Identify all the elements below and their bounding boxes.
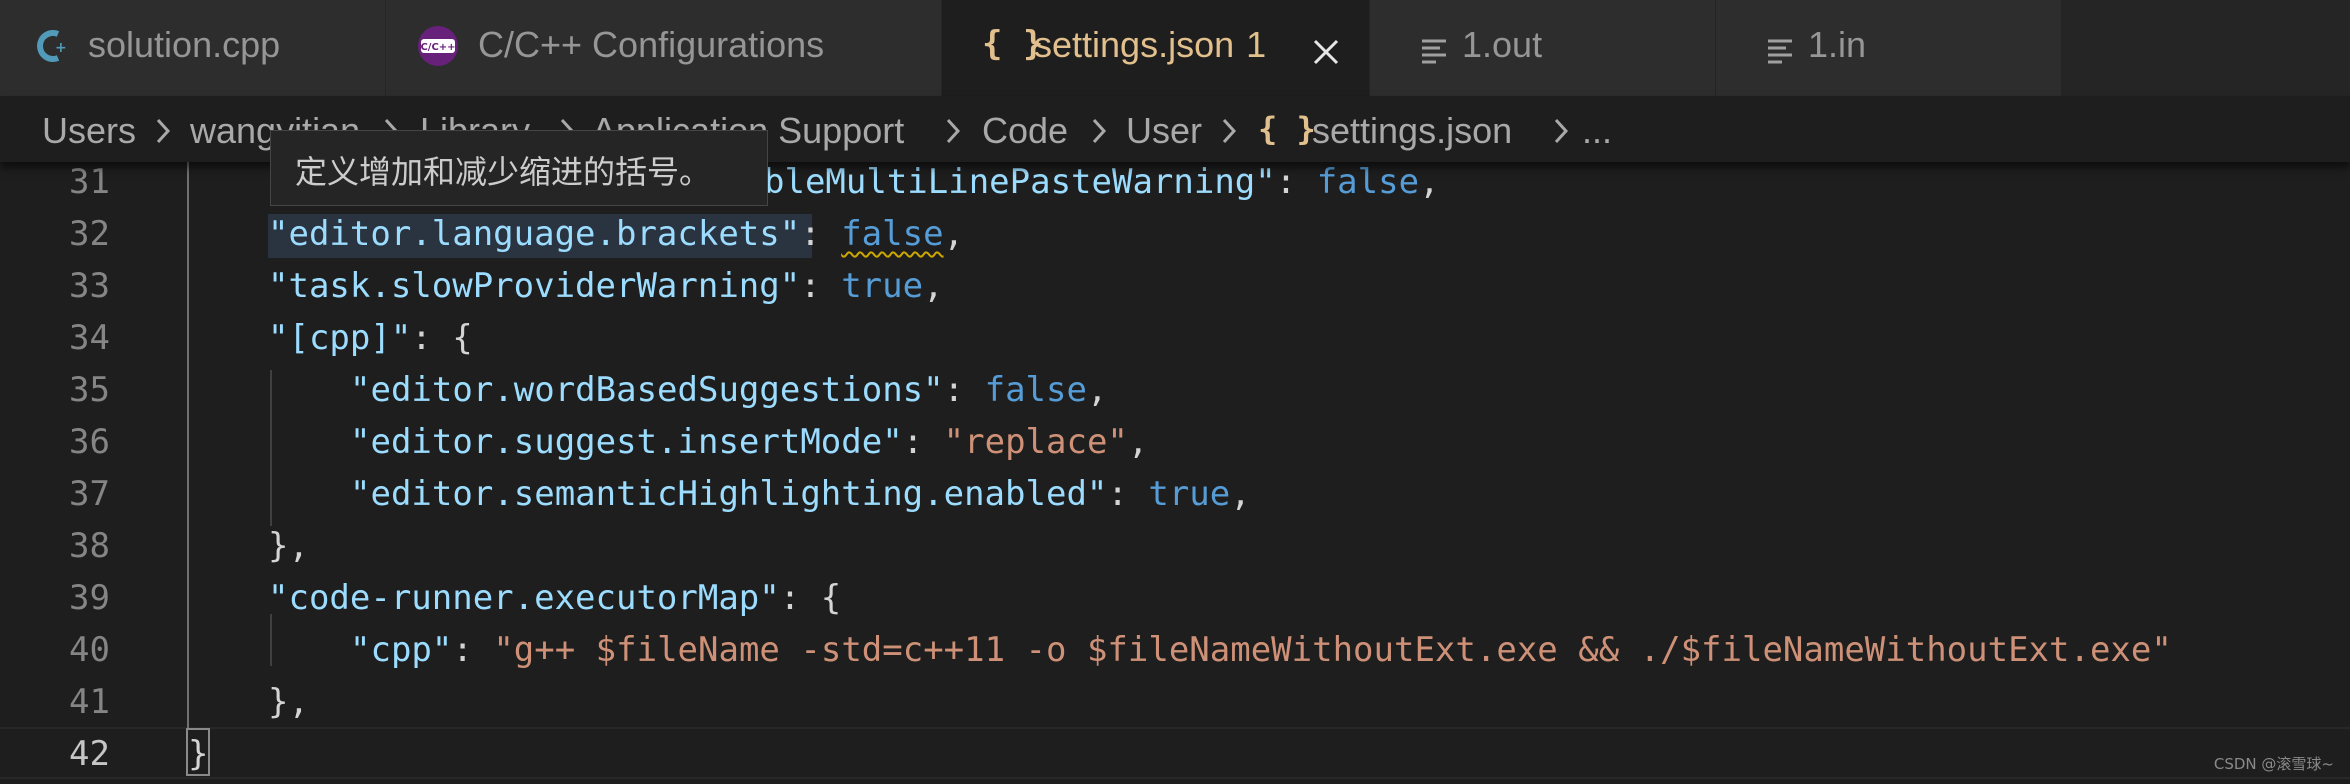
code-line[interactable]: "task.slowProviderWarning": true, <box>268 266 944 306</box>
json-value: true <box>1148 474 1231 514</box>
line-number: 38 <box>69 526 110 566</box>
tab-solution-cpp[interactable]: + solution.cpp <box>0 0 386 96</box>
json-key: "editor.wordBasedSuggestions" <box>350 370 944 410</box>
chevron-right-icon <box>1552 116 1570 151</box>
json-braces-icon: { } <box>1258 110 1316 148</box>
chevron-right-icon <box>944 116 962 151</box>
code-line[interactable]: "editor.semanticHighlighting.enabled": t… <box>350 474 1251 514</box>
json-value: false <box>984 370 1087 410</box>
json-key: bleMultiLinePasteWarning" <box>764 162 1276 202</box>
json-value: false <box>1316 162 1420 202</box>
breadcrumb-item[interactable]: Code <box>982 110 1068 152</box>
tab-1-in[interactable]: 1.in <box>1716 0 2062 96</box>
problem-count-badge: 1 <box>1246 24 1267 65</box>
tab-label: C/C++ Configurations <box>478 24 825 65</box>
json-key: "editor.semanticHighlighting.enabled" <box>350 474 1108 514</box>
current-line-highlight <box>0 727 2350 779</box>
tab-label: solution.cpp <box>88 24 281 65</box>
close-icon[interactable] <box>1312 33 1342 65</box>
json-key: "task.slowProviderWarning" <box>268 266 801 306</box>
line-number: 33 <box>69 266 110 306</box>
indent-guide <box>270 370 272 526</box>
code-line[interactable]: "editor.suggest.insertMode": "replace", <box>350 422 1148 462</box>
tab-cpp-configurations[interactable]: C/C++ C/C++ Configurations <box>386 0 942 96</box>
cpp-icon: + <box>36 26 70 75</box>
code-line[interactable]: "editor.language.brackets": false, <box>268 214 964 254</box>
tab-label: 1.out <box>1462 24 1543 65</box>
code-line[interactable]: }, <box>268 526 309 566</box>
line-number-current: 42 <box>69 734 110 774</box>
vscode-window: + solution.cpp C/C++ C/C++ Configuration… <box>0 0 2350 784</box>
json-value: "g++ $fileName -std=c++11 -o $fileNameWi… <box>493 630 2172 670</box>
code-line[interactable]: "editor.wordBasedSuggestions": false, <box>350 370 1107 410</box>
tab-label: settings.json <box>1034 24 1235 65</box>
line-number: 36 <box>69 422 110 462</box>
text-file-icon <box>1420 32 1448 74</box>
code-line[interactable]: } <box>188 734 208 774</box>
json-key: "editor.suggest.insertMode" <box>350 422 903 462</box>
svg-text:+: + <box>55 40 67 56</box>
cpp-extension-icon: C/C++ <box>416 24 460 77</box>
json-key: "cpp" <box>350 630 453 670</box>
code-line[interactable]: "[cpp]": { <box>268 318 473 358</box>
line-number: 39 <box>69 578 110 618</box>
json-value-warning: false <box>841 214 944 254</box>
json-key: "[cpp]" <box>268 318 412 358</box>
breadcrumb-item[interactable]: Users <box>42 110 136 152</box>
json-value: true <box>841 266 924 306</box>
line-number: 34 <box>69 318 110 358</box>
code-line[interactable]: "cpp": "g++ $fileName -std=c++11 -o $fil… <box>350 630 2172 670</box>
chevron-right-icon <box>154 116 172 151</box>
text-file-icon <box>1766 32 1794 74</box>
tab-label: 1.in <box>1808 24 1867 65</box>
line-number: 31 <box>69 162 110 202</box>
watermark: CSDN @滚雪球~ <box>2213 755 2334 773</box>
json-key: "editor.language.brackets" <box>268 214 801 254</box>
hover-tooltip: 定义增加和减少缩进的括号。 <box>270 130 768 206</box>
line-number: 40 <box>69 630 110 670</box>
code-line[interactable]: bleMultiLinePasteWarning": false, <box>764 162 1440 202</box>
line-number: 35 <box>69 370 110 410</box>
chevron-right-icon <box>1220 116 1238 151</box>
breadcrumb-item[interactable]: settings.json <box>1312 110 1512 152</box>
tab-settings-json[interactable]: { } settings.json 1 <box>942 0 1370 96</box>
json-key: "code-runner.executorMap" <box>268 578 780 618</box>
breadcrumb-item[interactable]: User <box>1126 110 1202 152</box>
indent-guide <box>270 614 272 666</box>
tab-bar: + solution.cpp C/C++ C/C++ Configuration… <box>0 0 2350 96</box>
code-line[interactable]: }, <box>268 682 309 722</box>
json-value: "replace" <box>943 422 1128 462</box>
tab-1-out[interactable]: 1.out <box>1370 0 1716 96</box>
chevron-right-icon <box>1090 116 1108 151</box>
line-number: 32 <box>69 214 110 254</box>
cpp-extension-icon-text: C/C++ <box>420 42 455 53</box>
line-number: 37 <box>69 474 110 514</box>
indent-guide <box>187 162 189 728</box>
breadcrumb-item[interactable]: ... <box>1582 110 1612 152</box>
code-line[interactable]: "code-runner.executorMap": { <box>268 578 841 618</box>
line-number: 41 <box>69 682 110 722</box>
